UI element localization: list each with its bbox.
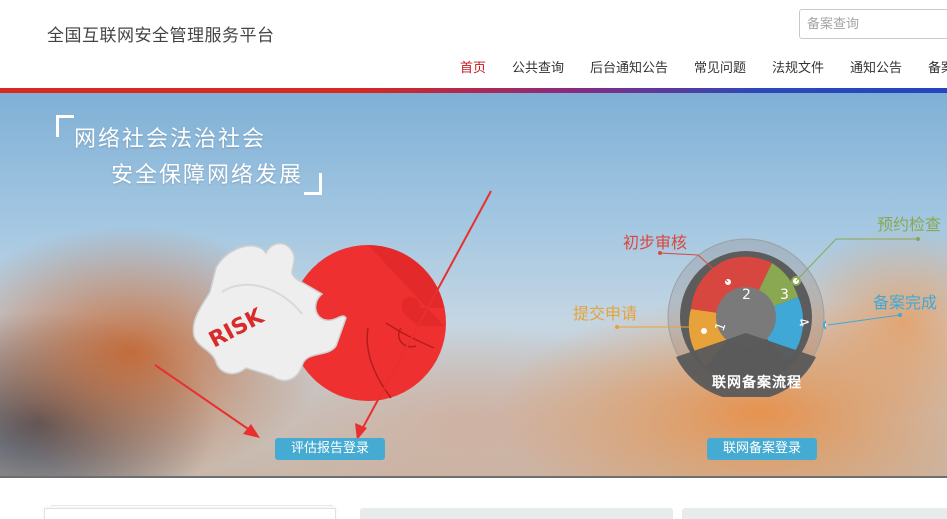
banner-bottom-border bbox=[0, 476, 947, 478]
assessment-login-button[interactable]: 评估报告登录 bbox=[275, 438, 385, 460]
nav-item-public-query[interactable]: 公共查询 bbox=[512, 57, 564, 76]
nav-item-filing[interactable]: 备案 bbox=[928, 57, 947, 76]
card-1-stack-edge bbox=[51, 505, 333, 511]
step-label-submit: 提交申请 bbox=[573, 304, 638, 323]
nav-item-regulations[interactable]: 法规文件 bbox=[772, 57, 824, 76]
site-title: 全国互联网安全管理服务平台 bbox=[47, 26, 275, 46]
main-nav: 首页 公共查询 后台通知公告 常见问题 法规文件 通知公告 备案 bbox=[0, 57, 947, 77]
nav-item-notices[interactable]: 通知公告 bbox=[850, 57, 902, 76]
hero-banner: 网络社会法治社会 安全保障网络发展 RISK 1 2 3 4 提交申请 初步审核… bbox=[0, 93, 947, 478]
content-card-3 bbox=[682, 508, 947, 519]
page: 全国互联网安全管理服务平台 首页 公共查询 后台通知公告 常见问题 法规文件 通… bbox=[0, 0, 947, 519]
step-label-review: 初步审核 bbox=[623, 233, 688, 252]
process-caption: 联网备案流程 bbox=[712, 375, 802, 391]
filing-search-input[interactable] bbox=[799, 9, 947, 39]
content-card-1 bbox=[44, 505, 336, 519]
header: 全国互联网安全管理服务平台 首页 公共查询 后台通知公告 常见问题 法规文件 通… bbox=[0, 0, 947, 88]
filing-login-button[interactable]: 联网备案登录 bbox=[707, 438, 817, 460]
step-label-complete: 备案完成 bbox=[873, 293, 938, 312]
nav-item-home[interactable]: 首页 bbox=[460, 57, 486, 76]
nav-item-backend-notices[interactable]: 后台通知公告 bbox=[590, 57, 668, 76]
step-label-inspection: 预约检查 bbox=[877, 215, 942, 234]
step-connectors bbox=[615, 237, 920, 329]
content-card-2 bbox=[360, 508, 673, 519]
nav-item-faq[interactable]: 常见问题 bbox=[694, 57, 746, 76]
